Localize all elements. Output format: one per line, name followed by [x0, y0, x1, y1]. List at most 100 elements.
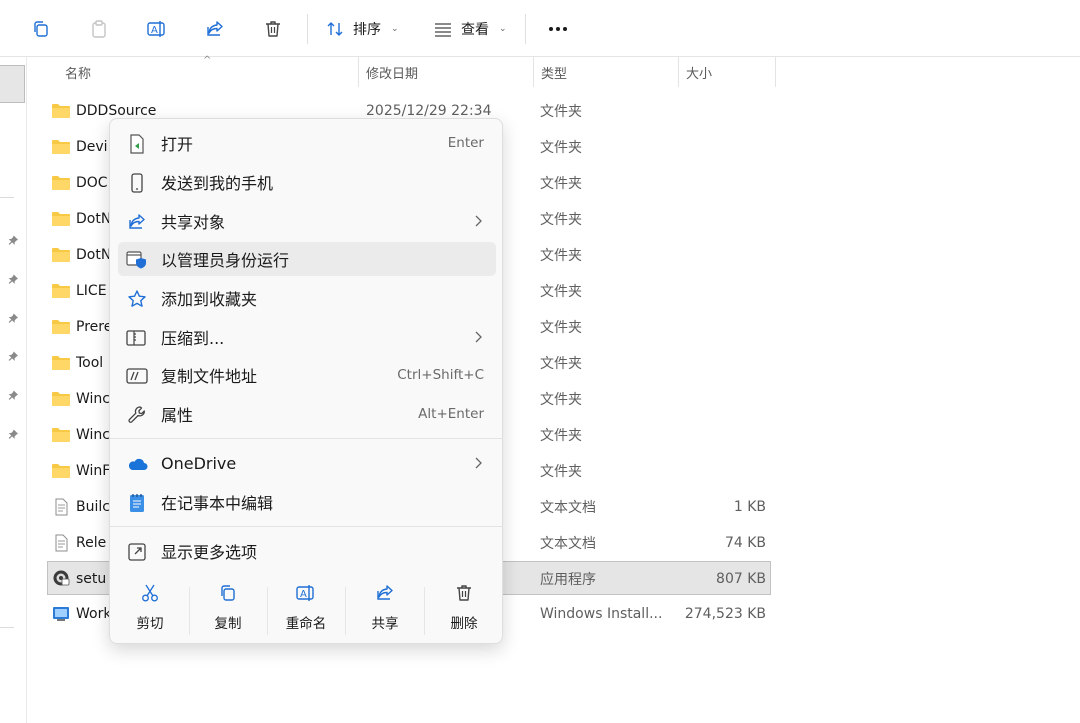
menu-item-label: 共享对象: [161, 213, 226, 232]
menu-item-open[interactable]: 打开 Enter: [118, 126, 496, 160]
menu-item-compress-to[interactable]: 压缩到...: [118, 320, 496, 354]
column-header-type[interactable]: 类型: [534, 57, 678, 87]
quick-action-delete[interactable]: 删除: [425, 582, 503, 638]
nav-selected-item[interactable]: [0, 65, 25, 103]
menu-item-add-to-favorites[interactable]: 添加到收藏夹: [118, 281, 496, 315]
menu-item-show-more-options[interactable]: 显示更多选项: [118, 534, 496, 568]
menu-item-shortcut: Alt+Enter: [418, 406, 484, 422]
paste-toolbar-button[interactable]: [84, 14, 114, 44]
pin-icon[interactable]: [7, 388, 21, 402]
chevron-right-icon: [474, 204, 482, 238]
file-size: 807 KB: [716, 571, 766, 587]
more-options-button[interactable]: [545, 14, 571, 44]
menu-item-copy-path[interactable]: 复制文件地址 Ctrl+Shift+C: [118, 358, 496, 392]
quick-action-rename[interactable]: A 重命名: [267, 582, 345, 638]
delete-icon: [453, 582, 475, 604]
view-lines-icon: [435, 23, 451, 37]
quick-action-copy[interactable]: 复制: [189, 582, 267, 638]
menu-item-label: 压缩到...: [161, 329, 225, 348]
pin-icon[interactable]: [7, 427, 21, 441]
pin-icon[interactable]: [7, 233, 21, 247]
toolbar-separator: [307, 14, 308, 44]
file-type: 文件夹: [540, 284, 582, 300]
share-toolbar-button[interactable]: [200, 14, 230, 44]
admin-shield-icon: [126, 249, 148, 271]
pin-icon[interactable]: [7, 349, 21, 363]
folder-icon: [52, 140, 70, 154]
view-label: 查看: [461, 22, 489, 38]
setup-app-icon: [53, 570, 70, 586]
quick-action-share[interactable]: 共享: [346, 582, 424, 638]
text-file-icon: [55, 498, 68, 516]
more-options-icon: [126, 541, 148, 563]
svg-text:A: A: [300, 589, 307, 600]
file-type: Windows Install...: [540, 606, 663, 622]
folder-icon: [52, 320, 70, 334]
copy-path-icon: [126, 365, 148, 387]
file-type: 文件夹: [540, 104, 582, 120]
menu-item-run-as-admin[interactable]: 以管理员身份运行: [118, 242, 496, 276]
star-icon: [126, 288, 148, 310]
file-type: 文件夹: [540, 320, 582, 336]
file-type: 文件夹: [540, 176, 582, 192]
menu-item-onedrive[interactable]: OneDrive: [118, 446, 496, 480]
column-divider[interactable]: [775, 57, 776, 87]
nav-divider: [0, 627, 14, 628]
file-size: 274,523 KB: [684, 606, 766, 622]
chevron-down-icon: ⌄: [391, 24, 399, 34]
menu-item-label: 打开: [161, 135, 194, 154]
file-type: 文件夹: [540, 248, 582, 264]
sort-label: 排序: [353, 22, 381, 38]
delete-icon: [266, 21, 280, 37]
onedrive-cloud-icon: [126, 453, 148, 475]
quick-action-label: 删除: [450, 616, 478, 632]
delete-toolbar-button[interactable]: [258, 14, 288, 44]
pin-icon[interactable]: [7, 272, 21, 286]
paste-icon: [92, 20, 106, 38]
navigation-pane: [0, 57, 27, 723]
pin-icon[interactable]: [7, 311, 21, 325]
installer-icon: [53, 607, 69, 621]
menu-item-label: 属性: [161, 406, 194, 425]
column-header-date[interactable]: 修改日期: [359, 57, 533, 87]
file-size: 1 KB: [733, 499, 766, 515]
file-type: 应用程序: [540, 572, 596, 588]
sort-icon: [327, 22, 343, 36]
toolbar-separator: [525, 14, 526, 44]
file-type: 文本文档: [540, 536, 596, 552]
notepad-icon: [126, 492, 148, 514]
rename-toolbar-button[interactable]: A: [142, 14, 172, 44]
column-header-label: 大小: [686, 66, 713, 82]
column-header-label: 名称: [65, 66, 92, 82]
folder-icon: [52, 428, 70, 442]
column-header-size[interactable]: 大小: [679, 57, 775, 87]
view-dropdown-button[interactable]: 查看 ⌄: [433, 14, 507, 44]
rename-icon: A: [147, 21, 165, 37]
phone-icon: [126, 172, 148, 194]
quick-action-cut[interactable]: 剪切: [111, 582, 189, 638]
properties-wrench-icon: [126, 404, 148, 426]
copy-toolbar-button[interactable]: [26, 14, 56, 44]
folder-icon: [52, 176, 70, 190]
quick-action-label: 重命名: [285, 616, 327, 632]
chevron-right-icon: [474, 320, 482, 354]
sort-dropdown-button[interactable]: 排序 ⌄: [325, 14, 399, 44]
column-header-name[interactable]: 名称: [58, 57, 358, 87]
chevron-right-icon: [474, 446, 482, 480]
rename-icon: A: [295, 582, 317, 604]
copy-icon: [217, 582, 239, 604]
context-menu: 打开 Enter 发送到我的手机 共享对象 以管理员身份运行 添加到收藏夹 压缩…: [109, 118, 503, 644]
menu-item-share-with[interactable]: 共享对象: [118, 204, 496, 238]
more-dot-icon: [563, 27, 567, 31]
quick-action-label: 共享: [371, 616, 399, 632]
folder-icon: [52, 464, 70, 478]
menu-item-edit-in-notepad[interactable]: 在记事本中编辑: [118, 485, 496, 519]
folder-icon: [52, 212, 70, 226]
menu-item-label: 发送到我的手机: [161, 174, 274, 193]
menu-item-properties[interactable]: 属性 Alt+Enter: [118, 397, 496, 431]
menu-item-send-to-phone[interactable]: 发送到我的手机: [118, 165, 496, 199]
file-type: 文件夹: [540, 356, 582, 372]
chevron-down-icon: ⌄: [499, 24, 507, 34]
folder-icon: [52, 392, 70, 406]
file-type: 文件夹: [540, 428, 582, 444]
